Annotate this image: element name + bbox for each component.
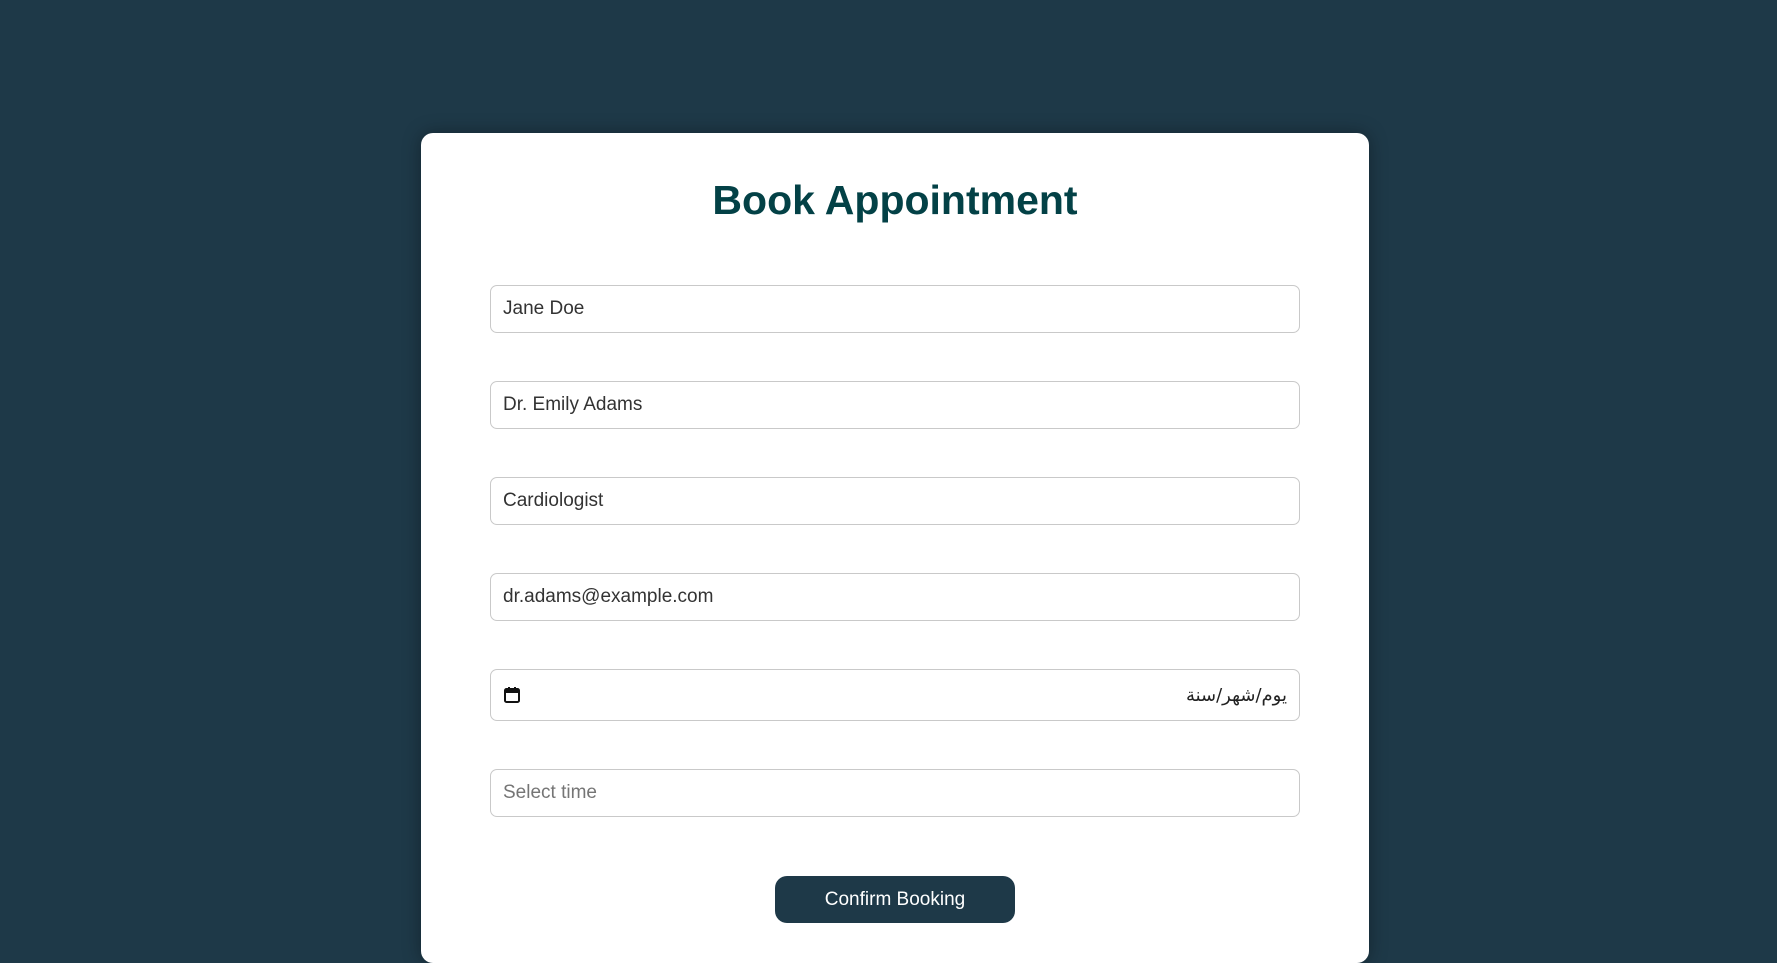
date-input[interactable]: يوم/شهر/سنة bbox=[490, 669, 1300, 721]
patient-name-input[interactable] bbox=[490, 285, 1300, 333]
page-title: Book Appointment bbox=[712, 177, 1078, 223]
confirm-booking-button[interactable]: Confirm Booking bbox=[775, 876, 1015, 923]
calendar-icon[interactable] bbox=[503, 686, 521, 704]
email-input[interactable] bbox=[490, 573, 1300, 621]
doctor-name-input[interactable] bbox=[490, 381, 1300, 429]
time-input[interactable] bbox=[490, 769, 1300, 817]
booking-card: Book Appointment يوم/شهر/سنة Confirm Boo… bbox=[421, 133, 1369, 963]
date-format-text: يوم/شهر/سنة bbox=[1185, 684, 1287, 706]
specialty-input[interactable] bbox=[490, 477, 1300, 525]
